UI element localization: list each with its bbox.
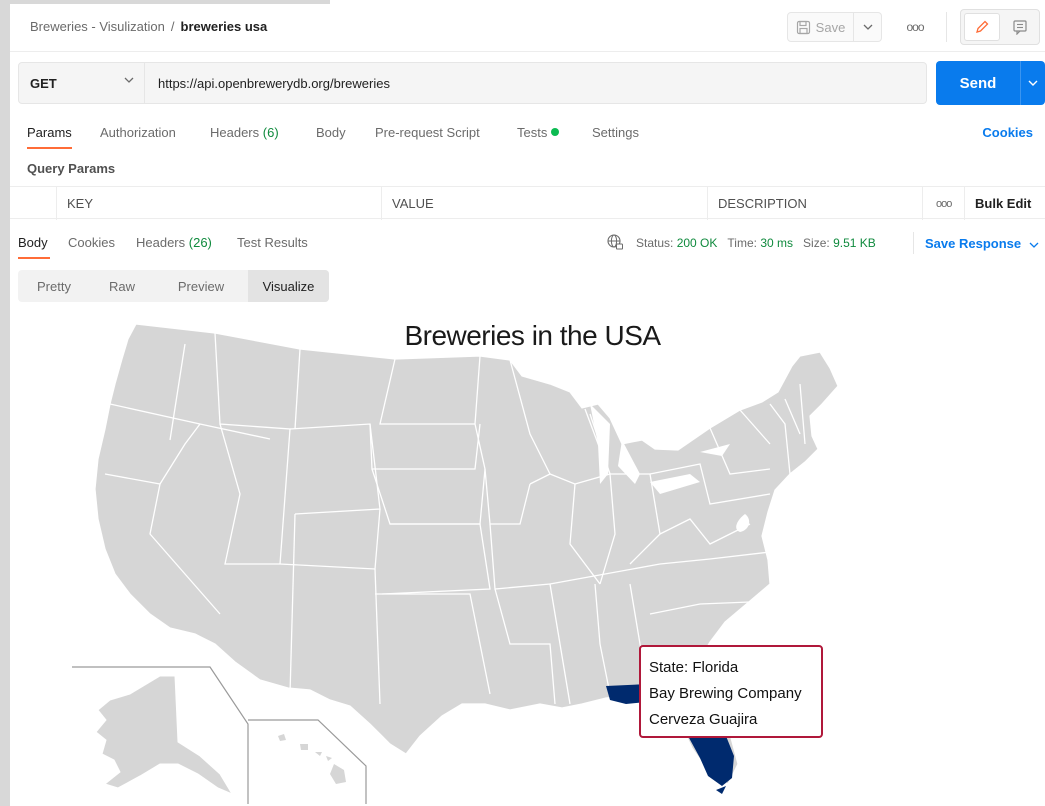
active-response-tab-indicator xyxy=(18,257,50,259)
active-tab-indicator xyxy=(27,147,72,149)
view-raw-button[interactable]: Raw xyxy=(90,270,154,302)
column-header-key: KEY xyxy=(67,196,94,211)
response-tab-headers-count: (26) xyxy=(188,235,212,250)
request-header: Breweries - Visulization / breweries usa S… xyxy=(10,4,1045,52)
save-response-label: Save Response xyxy=(925,236,1022,251)
save-icon xyxy=(796,20,810,34)
view-pretty-button[interactable]: Pretty xyxy=(18,270,90,302)
column-separator xyxy=(964,187,965,220)
pencil-icon xyxy=(976,20,989,33)
cookies-link[interactable]: Cookies xyxy=(982,125,1033,140)
send-options-button[interactable] xyxy=(1020,61,1045,105)
hawaii-inset xyxy=(248,719,367,804)
time-label: Time: xyxy=(727,236,757,250)
view-visualize-button[interactable]: Visualize xyxy=(248,270,329,302)
tab-tests[interactable]: Tests xyxy=(517,125,560,140)
chevron-down-icon xyxy=(1028,80,1038,86)
florida-keys xyxy=(716,786,726,794)
chevron-down-icon xyxy=(124,77,134,83)
tab-tests-label: Tests xyxy=(517,125,548,140)
column-options-button[interactable]: ooo xyxy=(936,187,952,220)
response-tab-cookies[interactable]: Cookies xyxy=(68,235,115,250)
send-button[interactable]: Send xyxy=(936,61,1020,105)
status-value[interactable]: 200 OK xyxy=(677,236,718,250)
tab-prerequest-script[interactable]: Pre-request Script xyxy=(375,125,480,140)
response-tab-headers-label: Headers xyxy=(136,235,186,250)
editor-mode-toggle xyxy=(960,9,1040,45)
column-separator xyxy=(707,187,708,220)
column-separator xyxy=(922,187,923,220)
state-alaska[interactable] xyxy=(95,675,234,796)
url-input[interactable]: https://api.openbrewerydb.org/breweries xyxy=(145,62,927,104)
size-value[interactable]: 9.51 KB xyxy=(833,236,876,250)
response-tab-test-results[interactable]: Test Results xyxy=(237,235,308,250)
alaska-inset xyxy=(72,666,249,804)
breadcrumb-collection[interactable]: Breweries - Visulization xyxy=(30,19,165,34)
query-params-table: KEY VALUE DESCRIPTION ooo Bulk Edit xyxy=(10,186,1045,220)
method-select[interactable]: GET xyxy=(18,62,145,104)
response-status-bar: Status: 200 OK Time: 30 ms Size: 9.51 KB xyxy=(636,236,876,250)
chevron-down-icon xyxy=(863,24,872,30)
tab-body[interactable]: Body xyxy=(316,125,346,140)
save-button[interactable]: Save xyxy=(787,12,854,42)
column-separator xyxy=(381,187,382,220)
size-label: Size: xyxy=(803,236,830,250)
save-label: Save xyxy=(815,19,846,35)
divider xyxy=(946,12,947,42)
window-edge xyxy=(0,0,10,806)
breadcrumb-separator: / xyxy=(170,19,175,34)
method-label: GET xyxy=(30,75,57,91)
response-tab-headers[interactable]: Headers (26) xyxy=(136,235,212,250)
status-label: Status: xyxy=(636,236,674,250)
column-header-description: DESCRIPTION xyxy=(718,196,807,211)
tooltip-state: State: Florida xyxy=(649,659,739,676)
postman-app: Breweries - Visulization / breweries usa S… xyxy=(10,4,1045,806)
tab-authorization[interactable]: Authorization xyxy=(100,125,176,140)
breadcrumb-request-name[interactable]: breweries usa xyxy=(181,19,268,34)
tab-headers[interactable]: Headers (6) xyxy=(210,125,279,140)
divider xyxy=(913,232,914,254)
tab-params[interactable]: Params xyxy=(27,125,72,140)
save-response-button[interactable]: Save Response xyxy=(925,236,1039,251)
query-params-label: Query Params xyxy=(27,161,116,176)
tooltip-brewery: Bay Brewing Company xyxy=(649,685,802,702)
globe-lock-icon[interactable] xyxy=(606,233,624,251)
state-hawaii[interactable] xyxy=(278,734,346,784)
more-actions-button[interactable]: ooo xyxy=(900,12,930,42)
response-tab-body[interactable]: Body xyxy=(18,235,48,250)
view-preview-button[interactable]: Preview xyxy=(154,270,248,302)
documentation-mode-button[interactable] xyxy=(1004,13,1036,41)
breadcrumb: Breweries - Visulization / breweries usa xyxy=(30,19,267,34)
column-header-value: VALUE xyxy=(392,196,434,211)
bulk-edit-button[interactable]: Bulk Edit xyxy=(975,187,1031,220)
response-view-modes: Pretty Raw Preview Visualize xyxy=(18,270,329,302)
edit-mode-button[interactable] xyxy=(964,13,1000,41)
tab-settings[interactable]: Settings xyxy=(592,125,639,140)
time-value[interactable]: 30 ms xyxy=(760,236,793,250)
state-tooltip: State: Florida Bay Brewing Company Cerve… xyxy=(639,645,823,738)
tests-status-dot xyxy=(551,128,560,136)
save-options-button[interactable] xyxy=(854,12,882,42)
tab-headers-label: Headers xyxy=(210,125,260,140)
column-separator xyxy=(56,187,57,220)
chevron-down-icon xyxy=(1029,242,1039,248)
usa-map xyxy=(72,323,839,804)
tooltip-brewery: Cerveza Guajira xyxy=(649,711,758,728)
comment-icon xyxy=(1013,20,1027,35)
tab-headers-count: (6) xyxy=(262,125,279,140)
